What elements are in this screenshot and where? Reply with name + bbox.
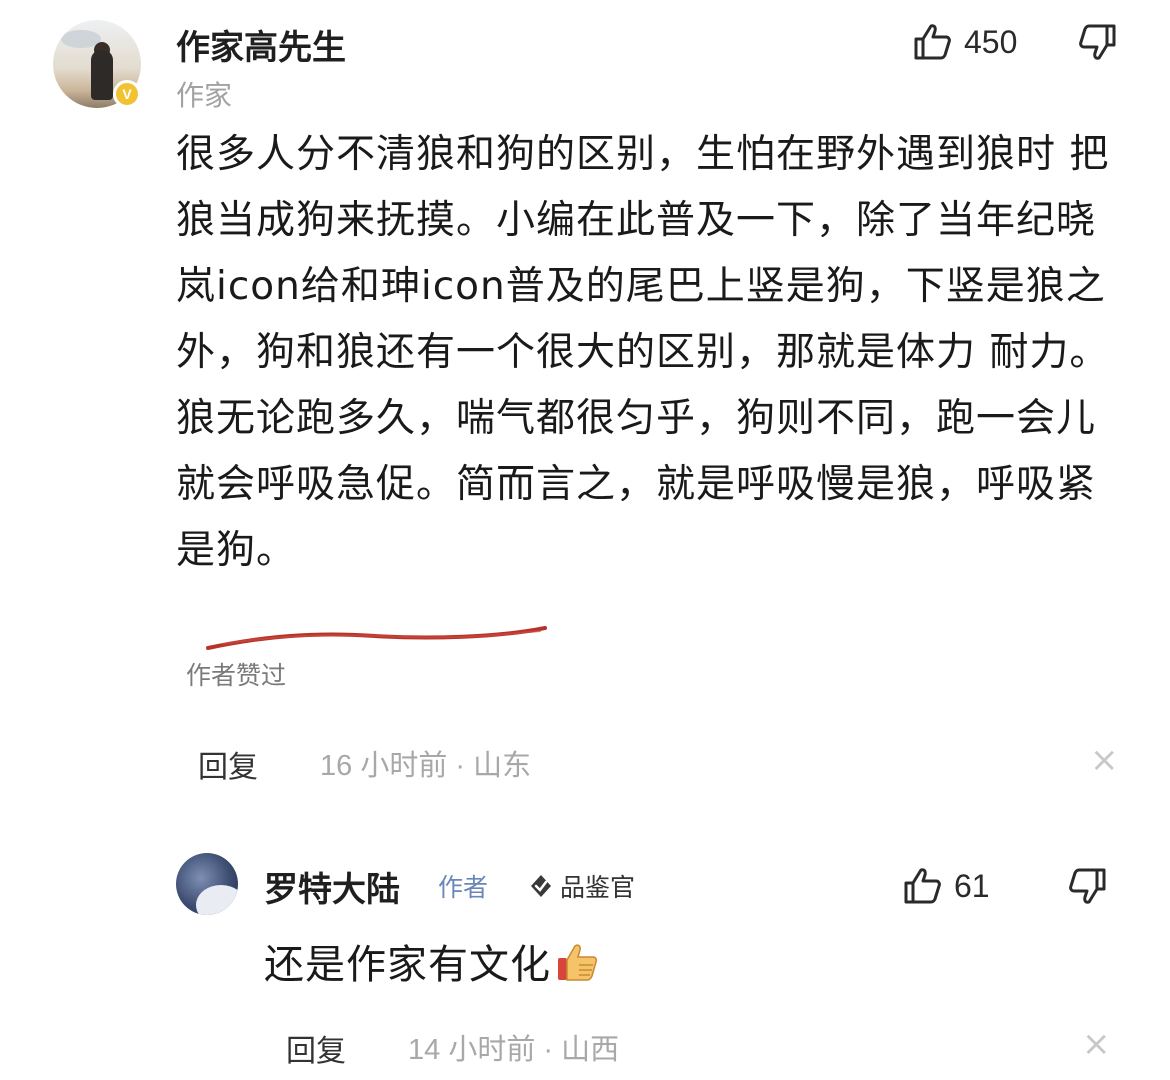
reply-author-name[interactable]: 罗特大陆	[264, 862, 400, 911]
avatar-figure	[91, 50, 113, 100]
badge-icon	[531, 875, 551, 897]
author-liked-label: 作者赞过	[186, 661, 287, 690]
thumbs-up-icon	[914, 24, 951, 60]
reply-button[interactable]: 回复	[198, 742, 258, 786]
reply-dislike-button[interactable]	[1068, 866, 1108, 910]
verified-badge-icon: V	[113, 80, 141, 108]
thumbs-down-icon	[1069, 868, 1106, 904]
reply-body: 还是作家有文化	[264, 932, 601, 990]
comment-paragraph: 很多人分不清狼和狗的区别，生怕在野外遇到狼时 把狼当成狗来抚摸。小编在此普及一下…	[176, 132, 1110, 375]
reply-button[interactable]: 回复	[286, 1026, 346, 1070]
author-role: 作家	[176, 79, 233, 112]
badge-label: 品鉴官	[560, 873, 636, 902]
dislike-button[interactable]	[1078, 22, 1118, 66]
reply-like-button[interactable]: 61	[902, 866, 990, 906]
reply-like-count: 61	[954, 867, 990, 904]
comment-meta: 16 小时前 · 山东	[320, 750, 532, 782]
close-icon[interactable]: ×	[1090, 740, 1119, 780]
close-icon[interactable]: ×	[1082, 1024, 1111, 1064]
avatar-shape	[196, 885, 238, 915]
comment-paragraph: 狼无论跑多久，喘气都很匀乎，狗则不同，跑一会儿就会呼吸急促。简而言之，就是呼吸慢…	[176, 396, 1097, 573]
comment-body: 很多人分不清狼和狗的区别，生怕在野外遇到狼时 把狼当成狗来抚摸。小编在此普及一下…	[176, 122, 1126, 584]
like-button[interactable]: 450	[912, 22, 1017, 62]
handwritten-underline	[206, 626, 547, 650]
reply-text: 还是作家有文化	[264, 942, 551, 988]
author-name[interactable]: 作家高先生	[176, 20, 346, 69]
thumbs-up-icon	[904, 868, 941, 904]
reply-author-avatar[interactable]	[176, 853, 238, 915]
thumbs-up-emoji-icon	[558, 944, 598, 981]
thumbs-down-icon	[1079, 24, 1116, 60]
reply-meta: 14 小时前 · 山西	[408, 1034, 620, 1066]
author-tag: 作者	[438, 873, 489, 902]
reviewer-badge[interactable]: 品鉴官	[528, 868, 635, 904]
like-count: 450	[964, 23, 1018, 60]
